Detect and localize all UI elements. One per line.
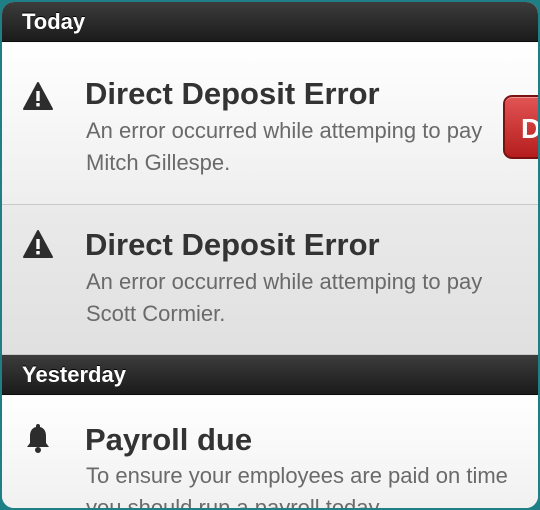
notification-title: Direct Deposit Error xyxy=(85,227,380,262)
notifications-panel: Today Direct Deposit Error An error occu… xyxy=(0,0,540,510)
bell-icon xyxy=(27,424,49,453)
notification-message: An error occurred while attemping to pay… xyxy=(86,118,483,175)
notification-message: To ensure your employees are paid on tim… xyxy=(86,463,508,510)
warning-icon xyxy=(23,82,53,110)
notification-item-deposit-error-2[interactable]: Direct Deposit Error An error occurred w… xyxy=(2,205,538,355)
warning-icon xyxy=(23,230,53,258)
notification-item-payroll-due[interactable]: Payroll due To ensure your employees are… xyxy=(2,396,538,510)
section-header-today: Today xyxy=(2,2,538,42)
notification-message: An error occurred while attemping to pay… xyxy=(86,269,483,326)
notification-item-deposit-error-1[interactable]: Direct Deposit Error An error occurred w… xyxy=(2,43,538,205)
notification-title: Payroll due xyxy=(85,422,253,457)
section-header-yesterday: Yesterday xyxy=(2,355,538,395)
delete-button[interactable]: D xyxy=(503,95,538,159)
notification-title: Direct Deposit Error xyxy=(85,76,380,111)
